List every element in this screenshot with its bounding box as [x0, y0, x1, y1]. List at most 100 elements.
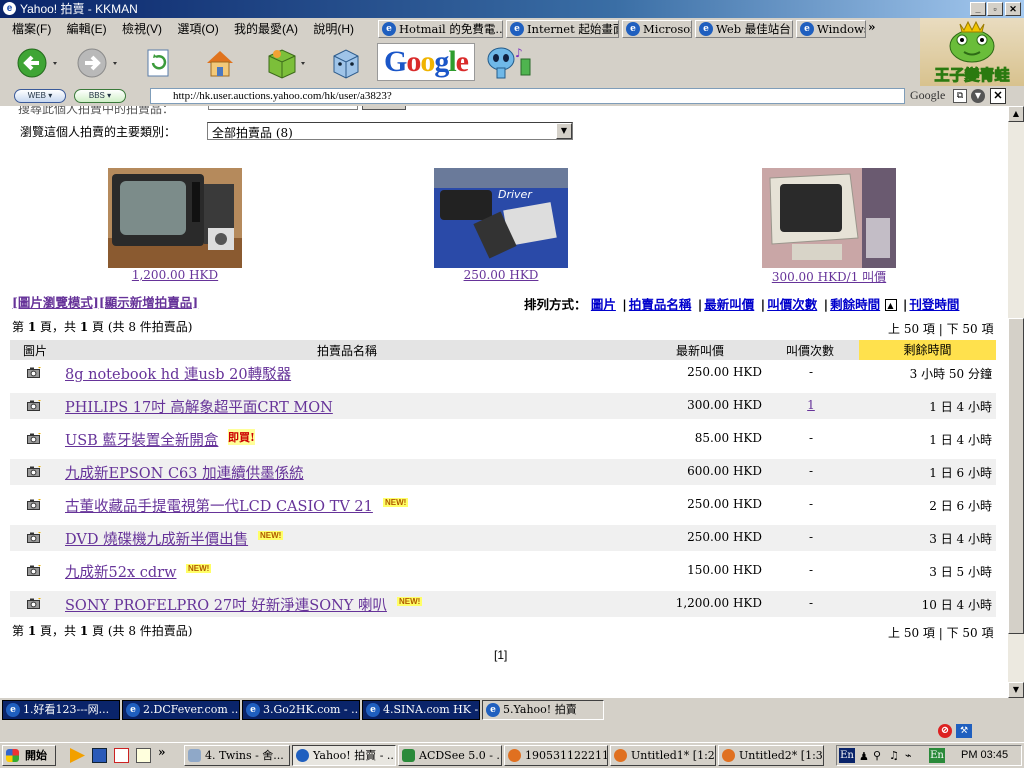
item-name-link[interactable]: 九成新EPSON C63 加連續供墨係統	[65, 462, 304, 483]
menu-edit[interactable]: 編輯(E)	[67, 18, 107, 40]
mixer-tray-icon[interactable]: ⌁	[905, 749, 912, 762]
camera-icon[interactable]	[27, 499, 41, 510]
volume-tray-icon[interactable]: ♫	[889, 749, 899, 762]
featured-price-tv[interactable]: 1,200.00 HKD	[85, 268, 265, 282]
camera-icon[interactable]	[27, 532, 41, 543]
refresh-button[interactable]	[140, 44, 176, 82]
scroll-thumb[interactable]	[1008, 318, 1024, 634]
task-twins[interactable]: 4. Twins - 舍...	[184, 745, 290, 766]
desktop-icon[interactable]	[92, 748, 107, 763]
new-window-icon[interactable]: ⧉	[953, 89, 967, 103]
link-web-best-sites[interactable]: e Web 最佳站台	[695, 20, 793, 38]
calculator-icon[interactable]	[114, 748, 129, 763]
vertical-scrollbar[interactable]: ▲ ▼	[1008, 106, 1024, 698]
camera-icon[interactable]	[27, 433, 41, 444]
forward-button[interactable]	[74, 44, 122, 82]
links-overflow-chevron-icon[interactable]: »	[868, 20, 876, 34]
bbs-mode-button[interactable]: BBS ▾	[74, 89, 126, 103]
language-indicator[interactable]: En	[839, 748, 855, 763]
category-select[interactable]: 全部拍賣品 (8) ▼	[207, 122, 573, 140]
item-name-link[interactable]: SONY PROFELPRO 27吋 好新淨連SONY 喇叭	[65, 594, 387, 615]
link-internet-start[interactable]: e Internet 起始畫面	[506, 20, 619, 38]
item-name-link[interactable]: DVD 燒碟機九成新半價出售	[65, 528, 248, 549]
featured-price-drive[interactable]: 250.00 HKD	[411, 268, 591, 282]
page-tab-4[interactable]: e4.SINA.com HK - ...	[362, 700, 480, 720]
scroll-up-icon[interactable]: ▲	[1008, 106, 1024, 122]
page-tab-2[interactable]: e 2.DCFever.com ...	[122, 700, 240, 720]
kk-music-button[interactable]: ♪	[482, 44, 534, 82]
google-search-button[interactable]: Google	[377, 43, 475, 81]
web-mode-button[interactable]: WEB ▾	[14, 89, 66, 103]
chevron-down-icon[interactable]: ▼	[556, 123, 572, 139]
item-name-link[interactable]: 古董收藏品手提電視第一代LCD CASIO TV 21	[65, 495, 373, 516]
menu-file[interactable]: 檔案(F)	[12, 18, 51, 40]
menu-view[interactable]: 檢視(V)	[122, 18, 162, 40]
menu-options[interactable]: 選項(O)	[177, 18, 218, 40]
menu-favorites[interactable]: 我的最愛(A)	[234, 18, 298, 40]
featured-price-monitor[interactable]: 300.00 HKD/1 叫價	[739, 268, 919, 285]
task-acdsee[interactable]: ACDSee 5.0 - ...	[398, 745, 502, 766]
language-indicator-2[interactable]: En	[929, 748, 945, 763]
minimize-button[interactable]: _	[970, 2, 986, 16]
clock[interactable]: PM 03:45	[961, 749, 1008, 761]
featured-thumb-tv[interactable]	[108, 168, 242, 268]
media-player-icon[interactable]	[70, 748, 85, 763]
scroll-down-icon[interactable]: ▼	[1008, 682, 1024, 698]
search-seller-button[interactable]	[362, 106, 406, 110]
frog-prince-banner[interactable]: 王子變青蛙	[920, 18, 1024, 86]
address-input[interactable]: http://hk.user.auctions.yahoo.com/hk/use…	[150, 88, 905, 104]
item-name-link[interactable]: PHILIPS 17吋 高解象超平面CRT MON	[65, 396, 333, 417]
item-bids[interactable]: 1	[800, 398, 822, 412]
link-windows[interactable]: e Windows	[796, 20, 866, 38]
ime-tray-icon[interactable]: ♟	[859, 750, 869, 763]
sort-ascending-icon[interactable]: ▲	[884, 299, 897, 311]
quick-launch-overflow-icon[interactable]: »	[158, 745, 166, 759]
favorites-button[interactable]	[262, 44, 310, 82]
task-untitled1[interactable]: Untitled1* [1:2...	[610, 745, 716, 766]
history-button[interactable]	[326, 44, 366, 82]
item-name-link[interactable]: 8g notebook hd 連usb 20轉駁器	[65, 363, 291, 384]
sort-bids-link[interactable]: 叫價次數	[767, 297, 817, 312]
camera-icon[interactable]	[27, 367, 41, 378]
window-title-bar[interactable]: e Yahoo! 拍賣 - KKMAN _ ▫ ✕	[0, 0, 1024, 18]
next-50-link-bottom[interactable]: 下 50 項	[947, 626, 994, 640]
google-search-label[interactable]: Google	[910, 88, 945, 103]
camera-icon[interactable]	[27, 598, 41, 609]
camera-icon[interactable]	[27, 565, 41, 576]
featured-thumb-monitor[interactable]	[762, 168, 896, 268]
next-50-link[interactable]: 下 50 項	[947, 322, 994, 336]
task-untitled2[interactable]: Untitled2* [1:3...	[718, 745, 824, 766]
sort-name-link[interactable]: 拍賣品名稱	[629, 297, 692, 312]
notepad-icon[interactable]	[136, 748, 151, 763]
page-number-link[interactable]: [1]	[494, 648, 507, 662]
sort-time-left-link[interactable]: 剩餘時間	[830, 297, 880, 312]
close-window-button[interactable]: ✕	[1005, 2, 1021, 16]
dropdown-icon[interactable]: ▼	[971, 89, 985, 103]
settings-tool-icon[interactable]: ⚒	[956, 724, 972, 738]
sort-listing-time-link[interactable]: 刊登時間	[909, 297, 959, 312]
page-tab-3[interactable]: e 3.Go2HK.com - ...	[242, 700, 360, 720]
prev-50-link[interactable]: 上 50 項	[888, 322, 935, 336]
task-image-file[interactable]: 190531122211...	[504, 745, 608, 766]
image-browse-mode-link[interactable]: [圖片瀏覽模式]	[12, 295, 99, 310]
search-seller-input[interactable]	[208, 106, 358, 110]
link-microsoft[interactable]: eMicrosoft	[622, 20, 692, 38]
stop-icon[interactable]: ⊘	[938, 724, 952, 738]
camera-icon[interactable]	[27, 466, 41, 477]
featured-thumb-drive[interactable]: Driver	[434, 168, 568, 268]
sort-image-link[interactable]: 圖片	[591, 297, 616, 312]
page-tab-5[interactable]: e 5.Yahoo! 拍賣	[482, 700, 604, 720]
page-tab-1[interactable]: e 1.好看123---网...	[2, 700, 120, 720]
maximize-button[interactable]: ▫	[987, 2, 1003, 16]
task-yahoo-auction[interactable]: Yahoo! 拍賣 - ...	[292, 745, 396, 766]
network-tray-icon[interactable]: ⚲	[873, 749, 881, 762]
back-button[interactable]	[14, 44, 62, 82]
home-button[interactable]	[200, 44, 240, 82]
item-name-link[interactable]: 九成新52x cdrw	[65, 561, 176, 582]
camera-icon[interactable]	[27, 400, 41, 411]
menu-help[interactable]: 說明(H)	[313, 18, 354, 40]
start-button[interactable]: 開始	[2, 745, 56, 766]
sort-price-link[interactable]: 最新叫價	[704, 297, 754, 312]
item-name-link[interactable]: USB 藍牙裝置全新開盒	[65, 429, 218, 450]
show-new-items-link[interactable]: [顯示新增拍賣品]	[99, 295, 198, 310]
